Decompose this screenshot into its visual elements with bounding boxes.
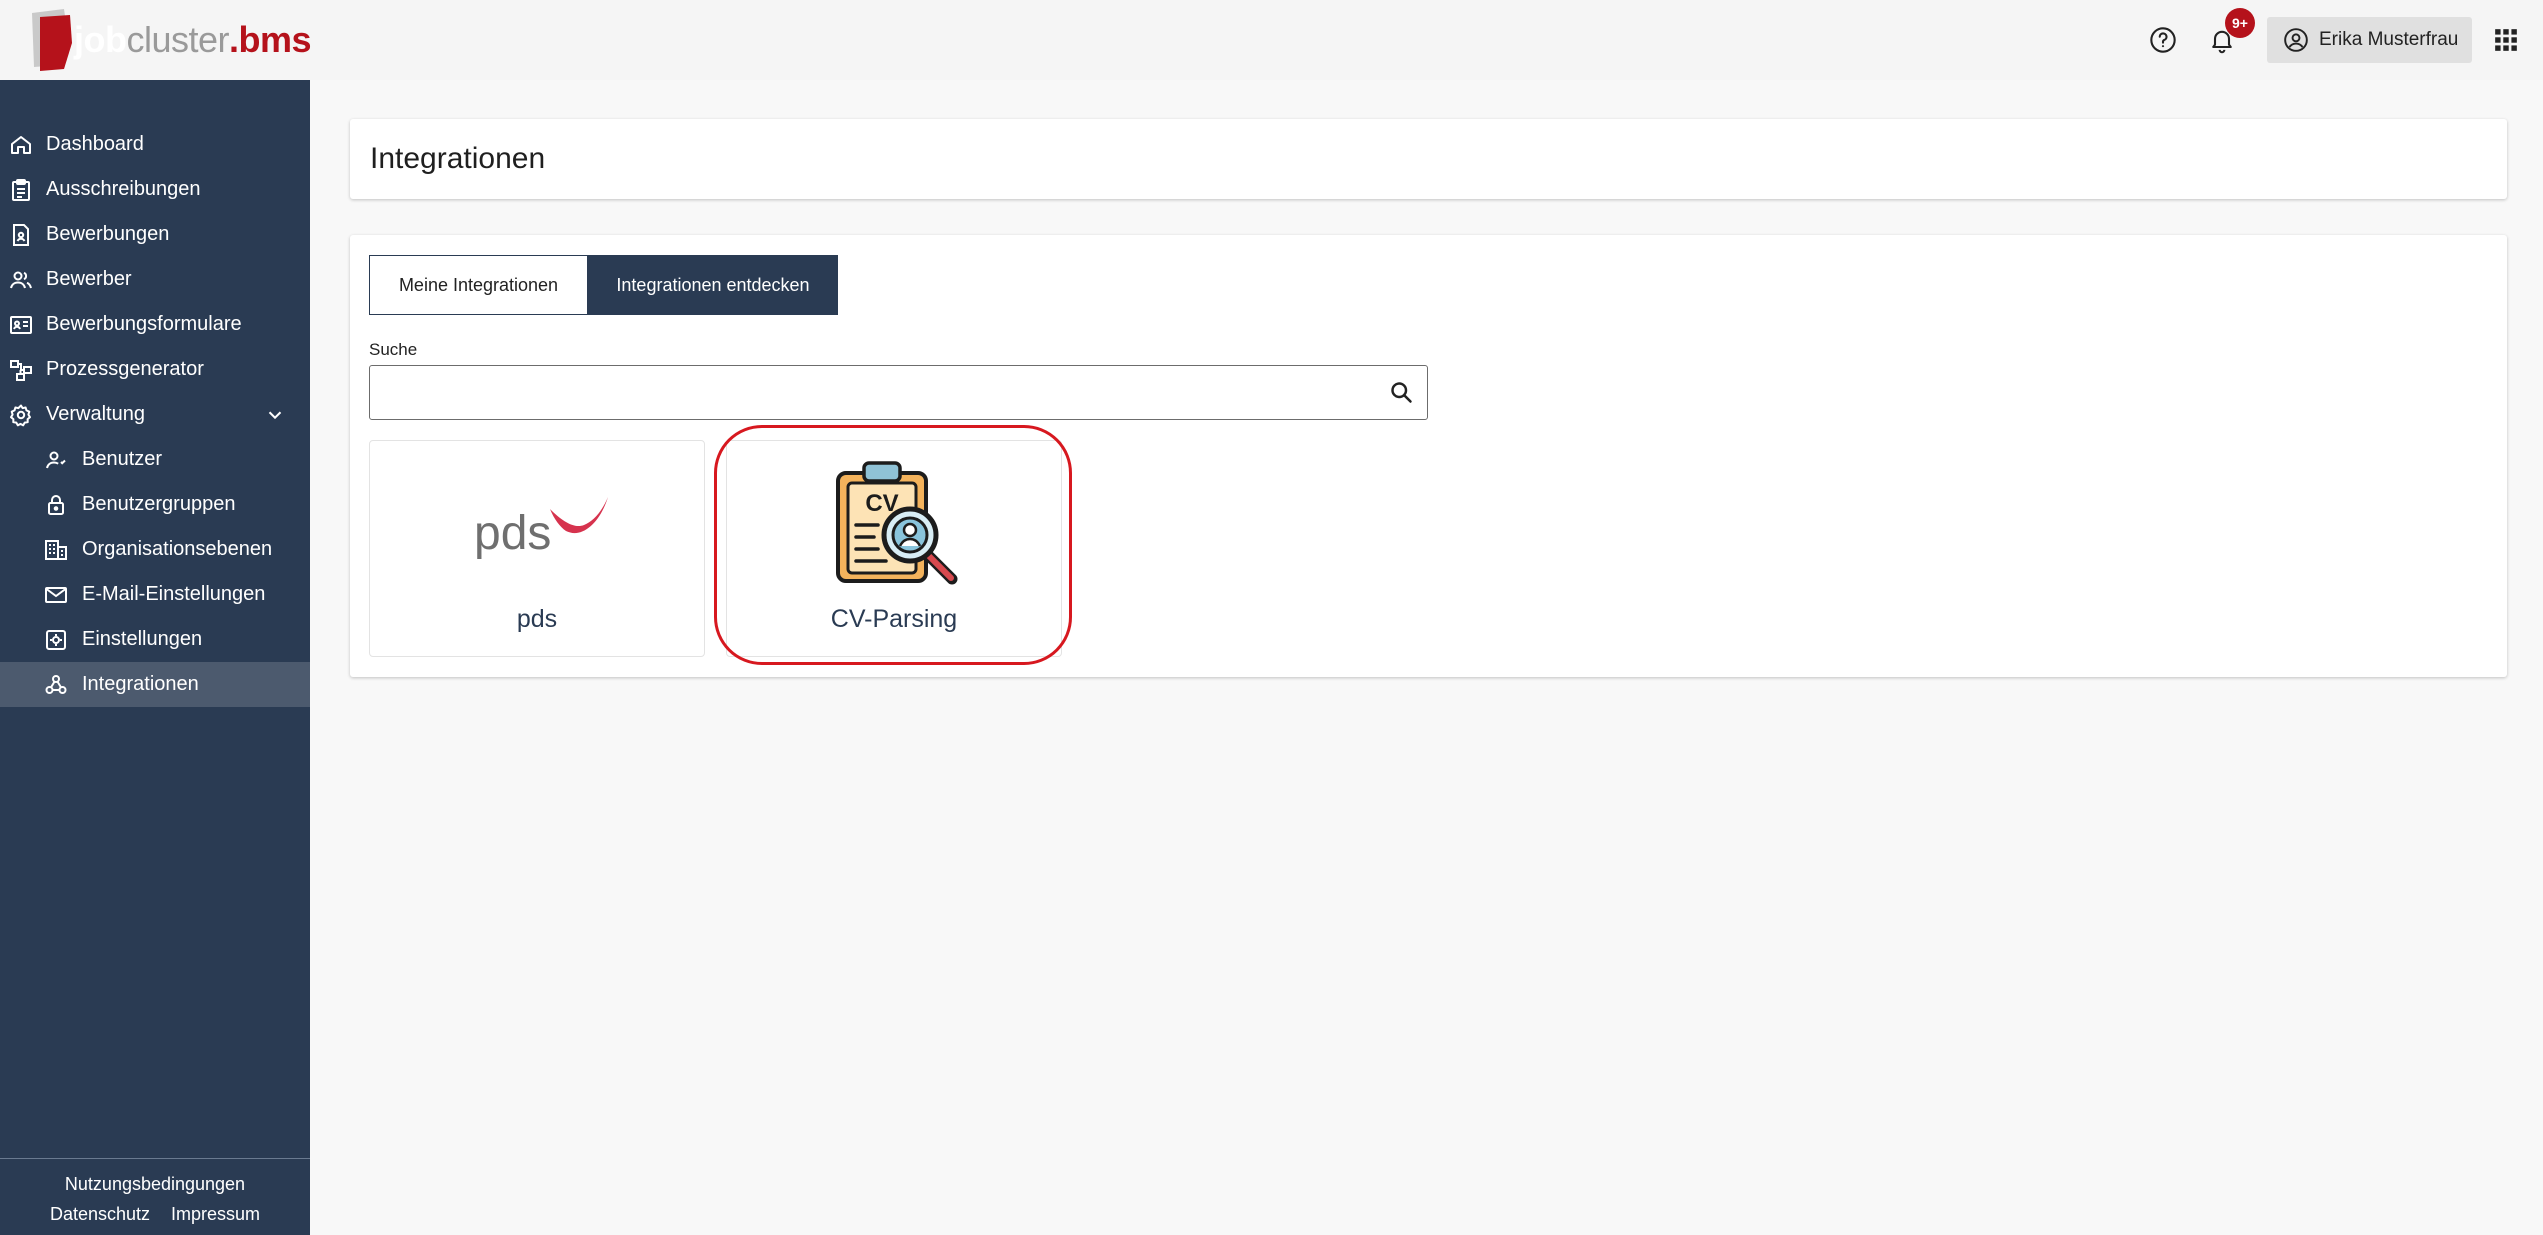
help-circle-icon [2150, 27, 2176, 53]
tab-meine-integrationen[interactable]: Meine Integrationen [369, 255, 588, 315]
sidebar-item-label: Verwaltung [46, 403, 145, 425]
flow-icon [7, 356, 35, 384]
sidebar-item-bewerbungsformulare[interactable]: Bewerbungsformulare [0, 302, 310, 347]
svg-text:pds: pds [474, 507, 551, 560]
sidebar-item-label: Ausschreibungen [46, 178, 201, 200]
terms-link[interactable]: Nutzungsbedingungen [65, 1174, 245, 1194]
search-icon[interactable] [1388, 379, 1415, 406]
sidebar-item-label: Benutzergruppen [82, 493, 236, 515]
page-title: Integrationen [370, 142, 546, 175]
sidebar-item-label: Integrationen [82, 673, 199, 695]
sidebar-footer: Nutzungsbedingungen Datenschutz Impressu… [0, 1158, 310, 1229]
search-label: Suche [369, 340, 418, 359]
sidebar-item-label: Benutzer [82, 448, 163, 470]
settings-icon [42, 626, 70, 654]
logo-cluster: cluster [126, 19, 230, 60]
privacy-link[interactable]: Datenschutz [50, 1204, 150, 1224]
user-menu-button[interactable]: Erika Musterfrau [2267, 17, 2472, 63]
logo-bms: .bms [229, 19, 312, 60]
account-circle-icon [2284, 28, 2308, 52]
id-card-icon [7, 311, 35, 339]
integrations-card: Meine Integrationen Integrationen entdec… [350, 235, 2507, 677]
gear-icon [7, 401, 35, 429]
integration-name: CV-Parsing [830, 605, 958, 633]
integration-tabs: Meine Integrationen Integrationen entdec… [369, 255, 838, 315]
logo-job: job [74, 19, 127, 60]
home-icon [7, 131, 35, 159]
sidebar-item-bewerber[interactable]: Bewerber [0, 257, 310, 302]
sidebar-item-benutzer[interactable]: Benutzer [0, 437, 310, 482]
sidebar-item-verwaltung[interactable]: Verwaltung [0, 392, 310, 437]
search-field [369, 365, 1428, 420]
users-icon [7, 266, 35, 294]
mail-icon [42, 581, 70, 609]
pds-logo-icon: pds [474, 497, 608, 560]
imprint-link[interactable]: Impressum [171, 1204, 260, 1224]
notifications-button[interactable]: 9+ [2199, 8, 2255, 63]
cv-parsing-icon: CV [836, 461, 958, 585]
help-button[interactable] [2140, 17, 2186, 63]
page-header-card: Integrationen [350, 119, 2507, 199]
integration-name: pds [516, 605, 558, 633]
sidebar-item-label: Bewerber [46, 268, 132, 290]
integration-tile-cv-parsing[interactable]: CV CV-Parsing [726, 440, 1062, 657]
sidebar-item-bewerbungen[interactable]: Bewerbungen [0, 212, 310, 257]
sidebar-item-einstellungen[interactable]: Einstellungen [0, 617, 310, 662]
sidebar-item-email-einstellungen[interactable]: E-Mail-Einstellungen [0, 572, 310, 617]
sidebar-item-ausschreibungen[interactable]: Ausschreibungen [0, 167, 310, 212]
sidebar: Dashboard Ausschreibungen Bewerbungen Be… [0, 80, 310, 1235]
integration-tile-pds[interactable]: pds pds [369, 440, 705, 657]
notification-badge: 9+ [2225, 8, 2255, 38]
apps-button[interactable] [2483, 17, 2529, 63]
sidebar-item-integrationen[interactable]: Integrationen [0, 662, 310, 707]
lock-icon [42, 491, 70, 519]
document-user-icon [7, 221, 35, 249]
sidebar-item-label: Prozessgenerator [46, 358, 204, 380]
sidebar-item-benutzergruppen[interactable]: Benutzergruppen [0, 482, 310, 527]
webhook-icon [42, 671, 70, 699]
sidebar-item-organisationsebenen[interactable]: Organisationsebenen [0, 527, 310, 572]
clipboard-icon [7, 176, 35, 204]
sidebar-item-label: Organisationsebenen [82, 538, 273, 560]
sidebar-item-dashboard[interactable]: Dashboard [0, 122, 310, 167]
sidebar-item-label: Bewerbungen [46, 223, 170, 245]
chevron-down-icon[interactable] [264, 404, 286, 426]
top-bar: jobcluster.bms 9+ Erika Musterfrau [0, 0, 2543, 80]
sidebar-item-label: E-Mail-Einstellungen [82, 583, 266, 605]
jobcluster-logo[interactable]: jobcluster.bms [26, 6, 312, 74]
sidebar-item-label: Einstellungen [82, 628, 203, 650]
user-name: Erika Musterfrau [2319, 29, 2459, 50]
sidebar-item-label: Bewerbungsformulare [46, 313, 242, 335]
sidebar-item-prozessgenerator[interactable]: Prozessgenerator [0, 347, 310, 392]
building-icon [42, 536, 70, 564]
sidebar-item-label: Dashboard [46, 133, 144, 155]
search-input[interactable] [384, 366, 1364, 419]
user-icon [42, 446, 70, 474]
tab-integrationen-entdecken[interactable]: Integrationen entdecken [588, 255, 838, 315]
grid-icon [2495, 29, 2517, 51]
logo-text: jobcluster.bms [74, 19, 312, 61]
